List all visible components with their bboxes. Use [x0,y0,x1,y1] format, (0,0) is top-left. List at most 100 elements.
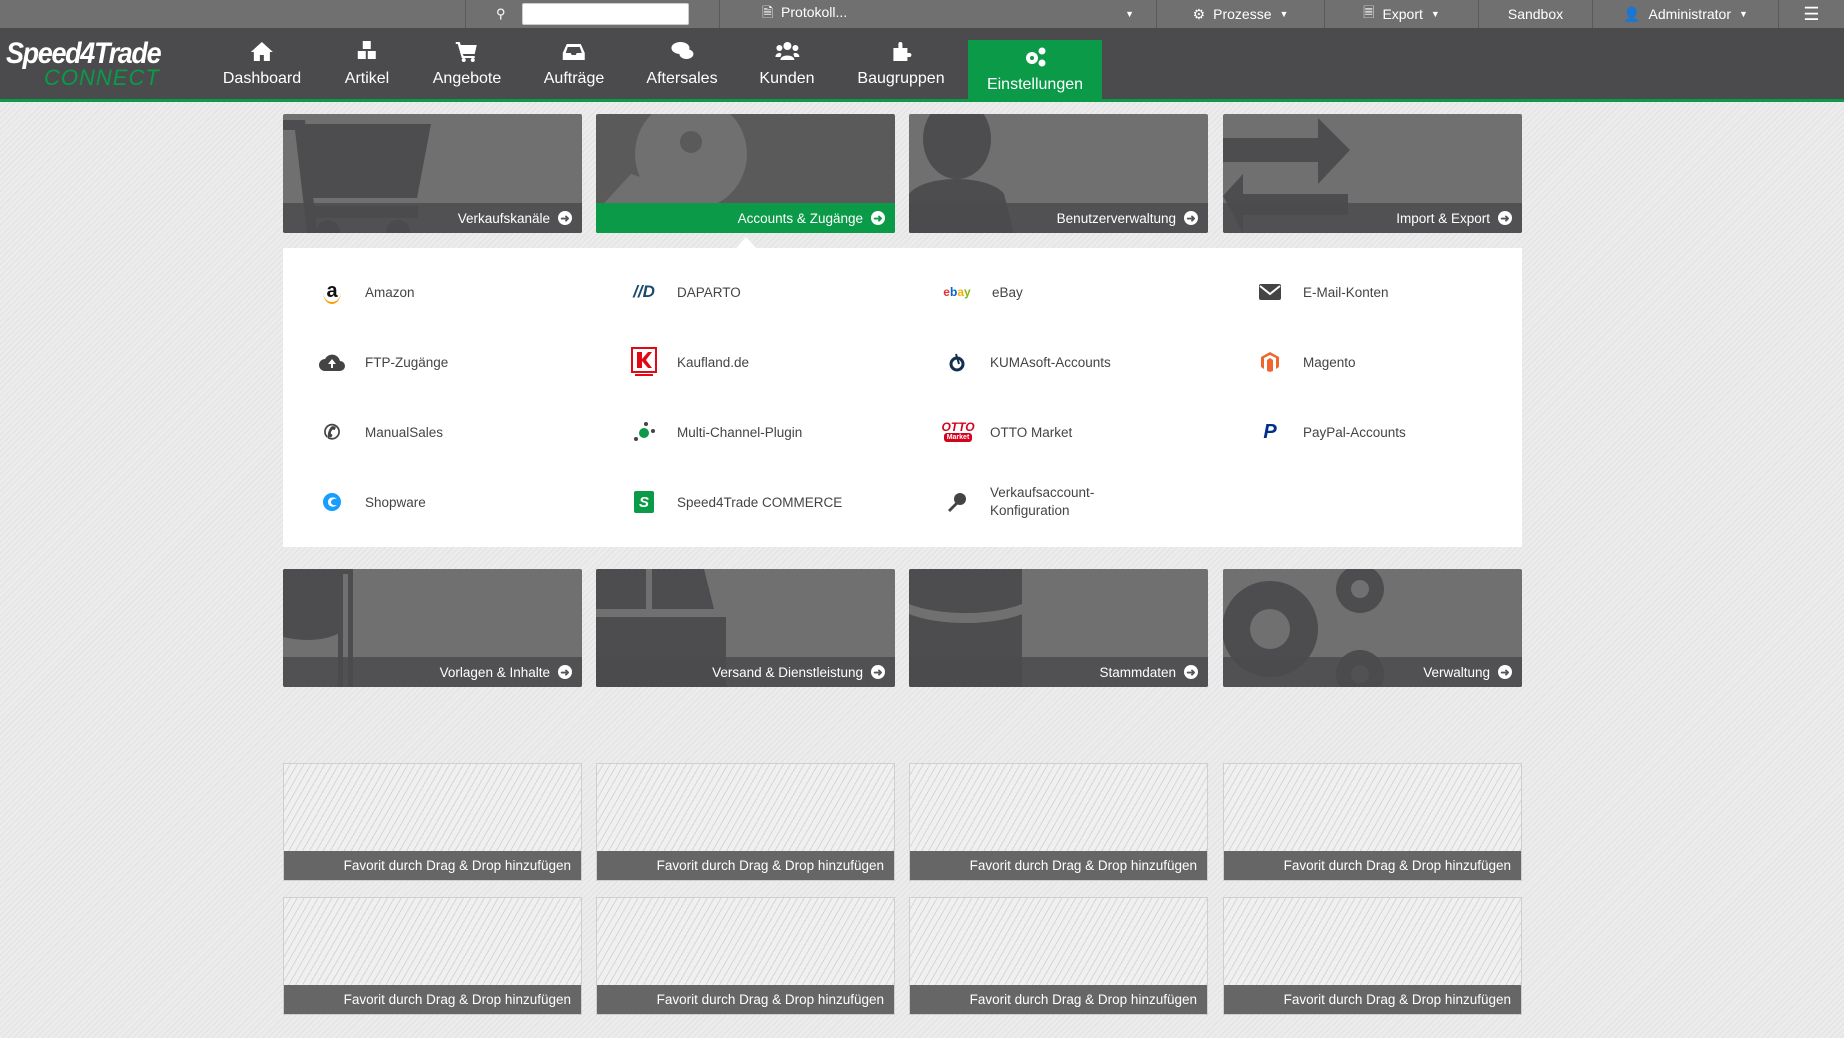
panel-item-label: E-Mail-Konten [1303,284,1389,300]
nav-auftraege[interactable]: Aufträge [544,40,604,102]
user-label: Administrator [1648,6,1731,22]
favorite-slot-label: Favorit durch Drag & Drop hinzufügen [969,992,1197,1007]
nav-label: Kunden [759,70,815,87]
chevron-down-icon: ▼ [1279,9,1289,19]
document-icon: 🗎 [762,4,774,20]
logo[interactable]: Speed4Trade CONNECT [6,37,166,90]
hamburger-menu-icon[interactable]: ☰ [1778,0,1844,28]
user-menu[interactable]: 👤 Administrator ▼ [1592,0,1778,28]
nav-artikel[interactable]: Artikel [345,40,389,102]
export-icon: 🗏 [1363,4,1375,20]
tile-label: Verwaltung [1423,664,1490,680]
chevron-down-icon: ▼ [1125,9,1134,19]
panel-item-paypal[interactable]: P PayPal-Accounts [1255,412,1406,452]
panel-item-ebay[interactable]: e b a y eBay [942,272,1023,312]
tile-label: Verkaufskanäle [457,210,550,226]
main-nav: Speed4Trade CONNECT Dashboard Artikel An… [0,28,1844,102]
export-menu[interactable]: 🗏 Export ▼ [1324,0,1478,28]
panel-item-magento[interactable]: Magento [1255,342,1356,382]
shopware-icon [317,489,347,515]
tile-versand-dienstleistung[interactable]: Versand & Dienstleistung ➜ [596,569,895,687]
nav-kunden[interactable]: Kunden [759,40,815,102]
gears-icon [1026,47,1046,67]
nav-baugruppen[interactable]: Baugruppen [857,40,945,102]
kaufland-icon [629,347,659,376]
favorite-slot[interactable]: Favorit durch Drag & Drop hinzufügen [596,897,895,1015]
tile-benutzerverwaltung[interactable]: Benutzerverwaltung ➜ [909,114,1208,233]
arrow-circle-right-icon: ➜ [871,665,885,679]
panel-item-label: FTP-Zugänge [365,354,449,370]
panel-item-label: KUMAsoft-Accounts [990,354,1111,370]
prozesse-menu[interactable]: ⚙ Prozesse ▼ [1156,0,1324,28]
panel-item-label: Magento [1303,354,1356,370]
tile-vorlagen-inhalte[interactable]: Vorlagen & Inhalte ➜ [283,569,582,687]
nav-angebote[interactable]: Angebote [433,40,501,102]
arrow-circle-right-icon: ➜ [558,665,572,679]
top-bar: ⚲ 🗎 Protokoll... ▼ ⚙ Prozesse ▼ 🗏 Export ▼ S… [0,0,1844,28]
favorite-slot[interactable]: Favorit durch Drag & Drop hinzufügen [909,897,1208,1015]
panel-item-daparto[interactable]: //D DAPARTO [629,272,741,312]
panel-item-label: PayPal-Accounts [1303,424,1406,440]
panel-item-label: Amazon [365,284,415,300]
favorite-slot[interactable]: Favorit durch Drag & Drop hinzufügen [909,763,1208,881]
tile-label: Stammdaten [1099,664,1176,680]
panel-item-manualsales[interactable]: ✆ ManualSales [317,412,443,452]
search-icon[interactable]: ⚲ [496,6,506,22]
favorite-slot[interactable]: Favorit durch Drag & Drop hinzufügen [283,897,582,1015]
sandbox-button[interactable]: Sandbox [1478,0,1592,28]
chevron-down-icon: ▼ [1430,9,1440,19]
panel-item-kaufland[interactable]: Kaufland.de [629,342,749,382]
panel-item-label: Kaufland.de [677,354,750,370]
user-icon: 👤 [1623,5,1641,22]
panel-item-label: ManualSales [365,424,444,440]
tile-verkaufskanaele[interactable]: Verkaufskanäle ➜ [283,114,582,233]
panel-item-amazon[interactable]: a Amazon [317,272,415,312]
search-input[interactable] [522,3,689,25]
panel-item-label: DAPARTO [677,284,741,300]
panel-item-label: Verkaufsaccount-Konfiguration [990,485,1095,518]
nav-einstellungen[interactable]: Einstellungen [968,40,1102,102]
tile-verwaltung[interactable]: Verwaltung ➜ [1223,569,1522,687]
favorite-slot[interactable]: Favorit durch Drag & Drop hinzufügen [1223,763,1522,881]
nav-aftersales[interactable]: Aftersales [646,40,718,102]
panel-item-kumasoft[interactable]: KUMAsoft-Accounts [942,342,1111,382]
panel-item-otto-market[interactable]: OTTO Market OTTO Market [941,412,1073,452]
tile-stammdaten[interactable]: Stammdaten ➜ [909,569,1208,687]
logo-subtext: CONNECT [44,65,160,90]
cloud-upload-icon [317,349,347,375]
protokoll-dropdown[interactable]: 🗎 Protokoll... ▼ [719,0,1156,28]
panel-item-multi-channel-plugin[interactable]: Multi-Channel-Plugin [629,412,802,452]
arrow-circle-right-icon: ➜ [558,211,572,225]
panel-item-speed4trade-commerce[interactable]: S Speed4Trade COMMERCE [629,482,842,522]
favorite-slot[interactable]: Favorit durch Drag & Drop hinzufügen [596,763,895,881]
nav-label: Aftersales [646,70,718,87]
arrow-circle-right-icon: ➜ [871,211,885,225]
panel-item-label: OTTO Market [990,424,1073,440]
puzzle-icon [893,42,911,61]
sandbox-label: Sandbox [1507,6,1564,22]
panel-item-label: Shopware [365,494,426,510]
panel-item-shopware[interactable]: Shopware [317,482,426,522]
key-icon [942,489,972,515]
favorite-slot[interactable]: Favorit durch Drag & Drop hinzufügen [283,763,582,881]
inbox-icon [562,44,585,60]
logo-text: Speed4Trade [6,37,162,70]
panel-item-label: eBay [992,284,1023,300]
panel-item-ftp-zugaenge[interactable]: FTP-Zugänge [317,342,448,382]
arrow-circle-right-icon: ➜ [1184,665,1198,679]
nav-label: Dashboard [222,70,302,87]
tile-accounts-zugaenge[interactable]: Accounts & Zugänge ➜ [596,114,895,233]
favorite-slot-label: Favorit durch Drag & Drop hinzufügen [656,858,884,873]
tile-label: Import & Export [1396,210,1490,226]
tile-label: Accounts & Zugänge [737,210,863,226]
panel-item-verkaufsaccount-konfiguration[interactable]: Verkaufsaccount-Konfiguration [942,482,1100,522]
nav-dashboard[interactable]: Dashboard [223,40,301,102]
favorite-slot-label: Favorit durch Drag & Drop hinzufügen [656,992,884,1007]
favorite-slot[interactable]: Favorit durch Drag & Drop hinzufügen [1223,897,1522,1015]
tile-import-export[interactable]: Import & Export ➜ [1223,114,1522,233]
favorite-slot-label: Favorit durch Drag & Drop hinzufügen [343,858,571,873]
cart-icon [455,42,477,62]
active-tile-pointer [736,237,756,248]
tile-label: Vorlagen & Inhalte [439,664,550,680]
panel-item-email-konten[interactable]: E-Mail-Konten [1255,272,1389,312]
